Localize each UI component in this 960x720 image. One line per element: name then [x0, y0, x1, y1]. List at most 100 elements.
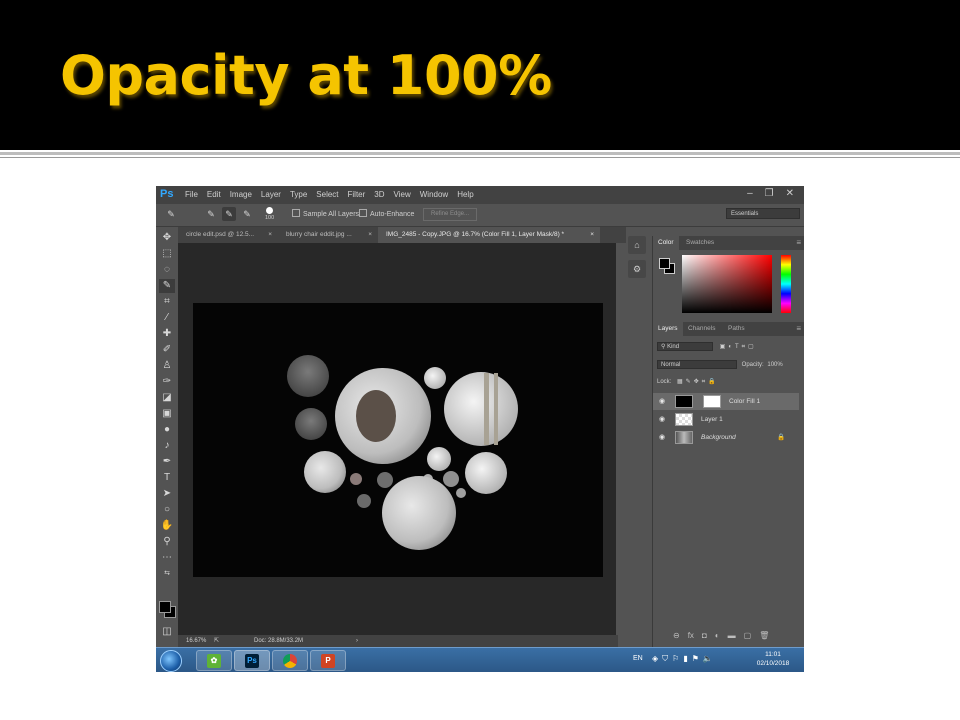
hue-slider[interactable] [781, 255, 791, 313]
panel-menu-icon[interactable]: ≡ [796, 322, 801, 336]
image-canvas[interactable] [193, 303, 603, 577]
tab-layers[interactable]: Layers [653, 322, 683, 336]
menu-file[interactable]: File [185, 190, 198, 199]
taskbar-clock[interactable]: 11:01 02/10/2018 [746, 650, 800, 668]
quick-mask-icon[interactable]: ◫ [159, 625, 175, 639]
link-layers-icon[interactable]: ⊖ [673, 631, 680, 640]
eye-icon[interactable]: ◉ [659, 433, 665, 441]
blend-mode-select[interactable]: Normal [657, 360, 737, 369]
crop-tool-icon[interactable]: ⌗ [159, 295, 175, 309]
filter-type-icons[interactable]: ▣◐T⌗▢ [720, 344, 757, 350]
properties-panel-icon[interactable]: ⚙ [628, 260, 646, 278]
auto-enhance-checkbox[interactable]: Auto-Enhance [359, 209, 414, 218]
zoom-level[interactable]: 16.67% [186, 635, 206, 647]
add-mask-icon[interactable]: ◘ [702, 631, 707, 640]
new-group-icon[interactable]: ▬ [728, 631, 736, 640]
menu-type[interactable]: Type [290, 190, 307, 199]
menu-help[interactable]: Help [457, 190, 473, 199]
layer-row-layer-1[interactable]: ◉ Layer 1 [653, 411, 799, 428]
menu-layer[interactable]: Layer [261, 190, 281, 199]
menu-view[interactable]: View [394, 190, 411, 199]
network-icon[interactable]: ⚐ [672, 654, 679, 664]
fx-icon[interactable]: fx [688, 631, 694, 640]
foreground-color-chip[interactable] [659, 258, 670, 269]
tab-color[interactable]: Color [653, 236, 679, 250]
eyedropper-tool-icon[interactable]: ⁄ [159, 311, 175, 325]
language-indicator[interactable]: EN [633, 655, 643, 662]
tab-close-icon[interactable]: × [268, 227, 272, 243]
pen-tool-icon[interactable]: ✒ [159, 455, 175, 469]
new-layer-icon[interactable]: ▢ [744, 631, 752, 640]
eye-icon[interactable]: ◉ [659, 397, 665, 405]
taskbar-app-powerpoint[interactable]: P [310, 650, 346, 671]
layer-mask-thumbnail[interactable] [703, 395, 721, 408]
tab-channels[interactable]: Channels [683, 322, 720, 336]
tab-img-2485[interactable]: IMG_2485 - Copy.JPG @ 16.7% (Color Fill … [378, 227, 600, 243]
foreground-color-swatch[interactable] [159, 601, 171, 613]
shield-icon[interactable]: ⛉ [662, 654, 668, 664]
history-brush-tool-icon[interactable]: ✑ [159, 375, 175, 389]
tab-close-icon[interactable]: × [368, 227, 372, 243]
subtract-from-selection-icon[interactable]: ✎ [240, 207, 254, 221]
export-icon[interactable]: ⇱ [214, 635, 219, 647]
tab-paths[interactable]: Paths [723, 322, 750, 336]
tab-blurry-chair[interactable]: blurry chair eddit.jpg ... × [278, 227, 378, 243]
hand-tool-icon[interactable]: ✋ [159, 519, 175, 533]
layer-row-color-fill[interactable]: ◉ Color Fill 1 [653, 393, 799, 410]
taskbar-app-chrome[interactable] [272, 650, 308, 671]
add-to-selection-icon[interactable]: ✎ [222, 207, 236, 221]
panel-menu-icon[interactable]: ≡ [796, 236, 801, 250]
tab-close-icon[interactable]: × [590, 227, 594, 243]
opacity-value[interactable]: 100% [767, 362, 782, 368]
move-tool-icon[interactable]: ✥ [159, 231, 175, 245]
eye-icon[interactable]: ◉ [659, 415, 665, 423]
color-picker-field[interactable] [682, 255, 772, 313]
swap-colors-icon[interactable]: ⇆ [159, 567, 175, 581]
more-tools-icon[interactable]: ⋯ [159, 551, 175, 565]
volume-icon[interactable]: 🔈 [703, 654, 713, 664]
menu-filter[interactable]: Filter [348, 190, 366, 199]
lasso-tool-icon[interactable]: ◌ [159, 263, 175, 277]
history-panel-icon[interactable]: ⌂ [628, 236, 646, 254]
ellipse-tool-icon[interactable]: ○ [159, 503, 175, 517]
marquee-tool-icon[interactable]: ⬚ [159, 247, 175, 261]
tab-swatches[interactable]: Swatches [681, 236, 719, 250]
eraser-tool-icon[interactable]: ◪ [159, 391, 175, 405]
delete-layer-icon[interactable]: 🗑 [759, 631, 769, 640]
menu-3d[interactable]: 3D [374, 190, 384, 199]
dodge-tool-icon[interactable]: ♪ [159, 439, 175, 453]
layer-row-background[interactable]: ◉ Background 🔒 [653, 429, 799, 446]
signal-icon[interactable]: ▮ [683, 654, 687, 664]
refine-edge-button[interactable]: Refine Edge... [423, 208, 477, 221]
gradient-tool-icon[interactable]: ▣ [159, 407, 175, 421]
taskbar-app-green[interactable]: ✿ [196, 650, 232, 671]
start-button-icon[interactable] [160, 650, 182, 672]
new-selection-icon[interactable]: ✎ [204, 207, 218, 221]
healing-brush-tool-icon[interactable]: ✚ [159, 327, 175, 341]
minimize-icon[interactable]: – [747, 188, 753, 199]
workspace-select[interactable]: Essentials [726, 208, 800, 219]
notification-icon[interactable]: ⚑ [692, 654, 699, 664]
sample-all-layers-checkbox[interactable]: Sample All Layers [292, 209, 359, 218]
clone-stamp-tool-icon[interactable]: ♙ [159, 359, 175, 373]
type-tool-icon[interactable]: T [159, 471, 175, 485]
quick-selection-tool-icon[interactable]: ✎ [159, 279, 175, 293]
menu-window[interactable]: Window [420, 190, 448, 199]
close-icon[interactable]: ✕ [786, 188, 794, 199]
tray-app-icon[interactable]: ◈ [652, 654, 658, 664]
restore-icon[interactable]: ❐ [765, 188, 774, 199]
quick-selection-tool-preset-icon[interactable]: ✎ [164, 207, 178, 221]
layer-filter-select[interactable]: ⚲ Kind [657, 342, 713, 351]
blur-tool-icon[interactable]: ● [159, 423, 175, 437]
tab-circle-edit[interactable]: circle edit.psd @ 12.5... × [178, 227, 278, 243]
path-selection-tool-icon[interactable]: ➤ [159, 487, 175, 501]
menu-select[interactable]: Select [316, 190, 338, 199]
brush-preview-icon[interactable] [266, 207, 273, 214]
status-menu-arrow[interactable]: › [356, 635, 358, 647]
menu-edit[interactable]: Edit [207, 190, 221, 199]
adjustment-layer-icon[interactable]: ◐ [715, 631, 720, 640]
menu-image[interactable]: Image [230, 190, 252, 199]
lock-icons[interactable]: ▦✎✥⌗🔒 [677, 379, 719, 385]
taskbar-app-photoshop[interactable]: Ps [234, 650, 270, 671]
zoom-tool-icon[interactable]: ⚲ [159, 535, 175, 549]
